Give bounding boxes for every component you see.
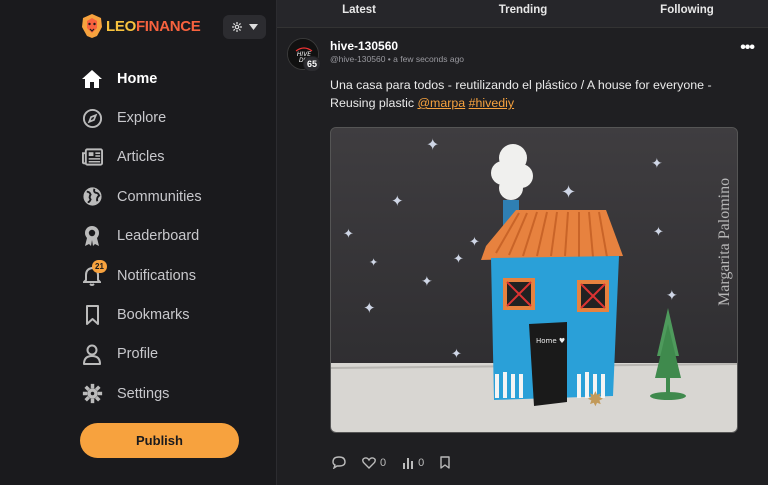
- home-icon: [80, 67, 104, 91]
- svg-text:✦: ✦: [653, 225, 664, 240]
- hashtag-link[interactable]: #hivediy: [469, 96, 514, 110]
- theme-settings-dropdown[interactable]: [223, 15, 266, 39]
- logo-text-finance: FINANCE: [135, 17, 201, 35]
- nav-item-leaderboard[interactable]: Leaderboard: [80, 217, 270, 256]
- nav-item-settings[interactable]: Settings: [80, 374, 270, 413]
- logo-text-leo: LEO: [106, 17, 136, 35]
- post-actions: 0 0: [332, 456, 466, 469]
- nav-label: Profile: [117, 346, 159, 363]
- upvote-button[interactable]: 0: [362, 457, 386, 469]
- nav-label: Bookmarks: [117, 307, 190, 324]
- nav-item-home[interactable]: Home: [80, 59, 270, 98]
- publish-button[interactable]: Publish: [80, 423, 239, 458]
- reputation-badge: 65: [303, 56, 321, 72]
- nav-item-bookmarks[interactable]: Bookmarks: [80, 295, 270, 334]
- bookmark-button[interactable]: [440, 456, 450, 469]
- gear-icon: [232, 22, 242, 32]
- house-craft-photo: ✦ ✦ ✦ ✦ ✦ ✦ ✦ ✦ ✦ ✦ ✦ ✦ ✦ Home ♥ ✸ Marga…: [331, 128, 737, 432]
- comment-icon: [332, 456, 346, 469]
- stats-button[interactable]: 0: [402, 457, 424, 469]
- svg-text:✦: ✦: [343, 227, 354, 242]
- svg-text:✦: ✦: [651, 156, 663, 172]
- mention-link[interactable]: @marpa: [417, 96, 465, 110]
- nav-item-notifications[interactable]: 21 Notifications: [80, 256, 270, 295]
- nav-item-profile[interactable]: Profile: [80, 335, 270, 374]
- lion-logo-icon: [82, 14, 102, 38]
- svg-text:✦: ✦: [561, 182, 576, 203]
- svg-text:✦: ✦: [391, 192, 404, 210]
- bookmark-icon: [440, 456, 450, 469]
- stats-count: 0: [418, 456, 425, 469]
- svg-text:✦: ✦: [453, 252, 464, 267]
- bar-chart-icon: [403, 457, 414, 469]
- vote-count: 0: [380, 456, 387, 469]
- post-meta: @hive-130560 • a few seconds ago: [330, 54, 465, 64]
- door-text: Home ♥: [536, 337, 565, 345]
- globe-icon: [80, 185, 104, 209]
- nav-item-explore[interactable]: Explore: [80, 98, 270, 137]
- nav-label: Settings: [117, 385, 170, 402]
- newspaper-icon: [80, 145, 104, 169]
- post-timestamp: a few seconds ago: [393, 54, 465, 64]
- svg-text:✦: ✦: [421, 274, 433, 290]
- nav-item-articles[interactable]: Articles: [80, 138, 270, 177]
- heart-icon: [362, 456, 376, 469]
- tab-following[interactable]: Following: [605, 0, 768, 27]
- post-title[interactable]: Una casa para todos - reutilizando el pl…: [330, 76, 750, 112]
- photo-watermark: Margarita Palomino: [716, 178, 733, 306]
- nav-label: Home: [117, 70, 158, 87]
- svg-text:✦: ✦: [363, 299, 376, 317]
- main-nav: Home Explore Articles Communities Leader…: [80, 59, 270, 414]
- svg-text:✦: ✦: [451, 347, 462, 362]
- tab-latest[interactable]: Latest: [277, 0, 441, 27]
- compass-icon: [80, 106, 104, 130]
- nav-label: Articles: [117, 149, 165, 166]
- bookmark-icon: [80, 303, 104, 327]
- feed-panel: Latest Trending Following HIVE DIY 65 hi…: [276, 0, 768, 485]
- notification-count-badge: 21: [92, 259, 107, 273]
- award-icon: [80, 224, 104, 248]
- svg-text:✦: ✦: [469, 235, 480, 250]
- leofinance-logo[interactable]: LEOFINANCE: [80, 13, 201, 39]
- comment-button[interactable]: [332, 456, 346, 469]
- nav-item-communities[interactable]: Communities: [80, 177, 270, 216]
- post-title-text: Una casa para todos - reutilizando el pl…: [330, 78, 712, 110]
- nav-label: Leaderboard: [117, 228, 200, 245]
- user-icon: [80, 342, 104, 366]
- chevron-down-icon: [249, 24, 258, 30]
- nav-label: Notifications: [117, 267, 196, 284]
- svg-text:✦: ✦: [666, 288, 678, 304]
- feed-tabs: Latest Trending Following: [277, 0, 768, 28]
- svg-text:✦: ✦: [369, 256, 378, 269]
- svg-text:✦: ✦: [426, 135, 439, 154]
- post-author[interactable]: hive-130560: [330, 39, 398, 53]
- gear-icon: [80, 382, 104, 406]
- sidebar: LEOFINANCE Home Explore Articles Communi…: [0, 0, 276, 485]
- tab-trending[interactable]: Trending: [441, 0, 605, 27]
- more-options-icon[interactable]: •••: [740, 40, 755, 56]
- nav-label: Explore: [117, 110, 167, 127]
- post-image[interactable]: ✦ ✦ ✦ ✦ ✦ ✦ ✦ ✦ ✦ ✦ ✦ ✦ ✦ Home ♥ ✸ Marga…: [330, 127, 738, 433]
- nav-label: Communities: [117, 188, 202, 205]
- svg-text:✸: ✸: [587, 387, 604, 411]
- post-handle[interactable]: @hive-130560: [330, 54, 385, 64]
